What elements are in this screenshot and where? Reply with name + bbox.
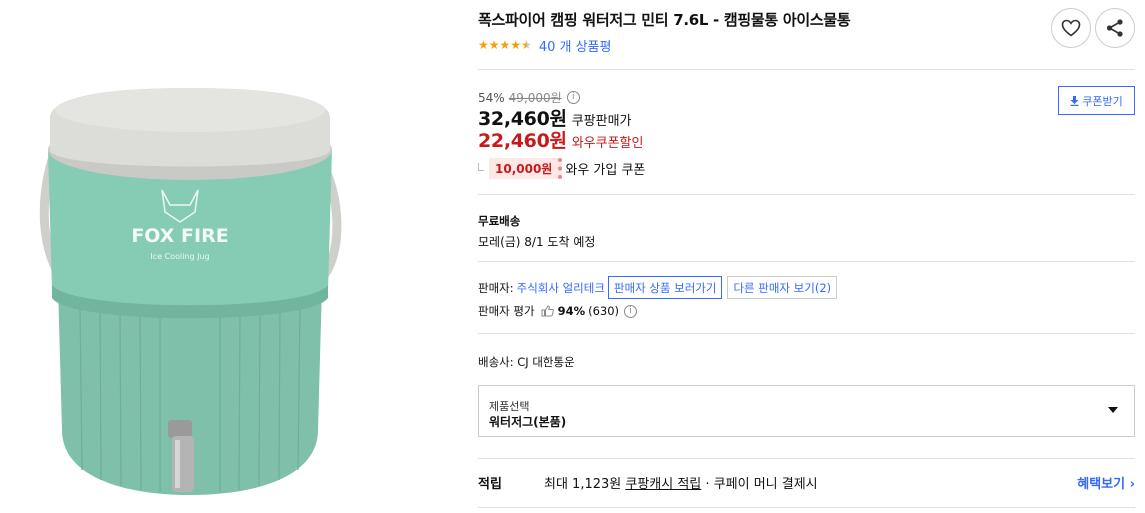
divider [478,69,1135,70]
rating-stars: ★ ★ ★ ★ ★ [478,39,532,51]
wow-price-label: 와우쿠폰할인 [571,136,644,151]
coupon-label: 와우 가입 쿠폰 [565,163,646,178]
discount-rate: 54% [478,90,505,105]
reward-suffix: · 쿠페이 머니 결제시 [701,477,818,492]
reward-title: 적립 [478,477,502,492]
option-select-dropdown[interactable]: 제품선택 워터저그(본품) [478,385,1135,437]
jug-sub-text: Ice Cooling Jug [150,252,209,261]
other-sellers-label: 다른 판매자 보기 [733,280,815,295]
wow-coupon-row: 10,000원 와우 가입 쿠폰 [478,158,645,179]
divider [478,333,1135,334]
reward-prefix: 최대 1,123원 [544,477,626,492]
jug-brand-text: FOX FIRE [131,225,228,247]
view-benefits-link[interactable]: 혜택보기 › [1077,473,1135,492]
water-jug-illustration: FOX FIRE Ice Cooling Jug [39,88,342,495]
shipping-title: 무료배송 [478,214,521,228]
seller-rating-row: 판매자 평가 94% (630) i [478,303,638,319]
star-icon: ★ [499,38,511,52]
divider [478,261,1135,262]
seller-row: 판매자: 주식회사 얼리테크 판매자 상품 보러가기 다른 판매자 보기 (2) [478,276,838,299]
info-icon[interactable]: i [566,91,580,104]
thumbs-up-icon [541,305,554,317]
coupon-amount-tag: 10,000원 [489,158,563,179]
seller-rating-count: (630) [588,304,620,318]
divider [478,458,1135,459]
seller-rating-percent: 94% [557,304,586,318]
coupang-cash-link[interactable]: 쿠팡캐시 적립 [625,477,701,492]
seller-label: 판매자: [478,280,514,295]
other-sellers-count: (2) [814,280,832,295]
branch-line [478,162,484,171]
reward-description: 최대 1,123원 쿠팡캐시 적립 · 쿠페이 머니 결제시 [544,473,818,492]
seller-rating-label: 판매자 평가 [478,304,535,318]
heart-icon [1061,19,1081,37]
product-image: FOX FIRE Ice Cooling Jug [0,0,460,513]
option-select-label: 제품선택 [489,400,530,413]
info-icon[interactable]: i [624,304,638,318]
product-rating[interactable]: ★ ★ ★ ★ ★ 40 개 상품평 [478,36,612,55]
delivery-eta: 모레(금) 8/1 도착 예정 [478,235,596,249]
download-icon [1070,95,1079,106]
divider [478,507,1135,508]
get-coupon-label: 쿠폰받기 [1082,94,1123,108]
view-seller-products-button[interactable]: 판매자 상품 보러가기 [607,276,723,299]
star-half-icon: ★ [521,38,532,52]
wow-price: 22,460원 [478,130,567,152]
product-title: 폭스파이어 캠핑 워터저그 민티 7.6L - 캠핑물통 아이스물통 [478,11,851,29]
review-count-link[interactable]: 40 개 상품평 [539,36,612,55]
star-icon: ★ [478,38,489,52]
star-icon: ★ [510,38,522,52]
divider [478,194,1135,195]
wishlist-button[interactable] [1051,8,1091,48]
share-icon [1106,19,1123,37]
carrier-info: 배송사: CJ 대한통운 [478,355,575,369]
get-coupon-button[interactable]: 쿠폰받기 [1058,86,1135,115]
star-icon: ★ [488,38,500,52]
other-sellers-button[interactable]: 다른 판매자 보기 (2) [727,276,838,299]
seller-name-link[interactable]: 주식회사 얼리테크 [517,280,605,296]
share-button[interactable] [1095,8,1135,48]
option-selected-value: 워터저그(본품) [489,415,567,429]
product-info-panel: 폭스파이어 캠핑 워터저그 민티 7.6L - 캠핑물통 아이스물통 ★ ★ ★… [478,0,1135,513]
wow-price-row: 22,460원 와우쿠폰할인 [478,126,643,153]
caret-down-icon [1108,407,1118,413]
